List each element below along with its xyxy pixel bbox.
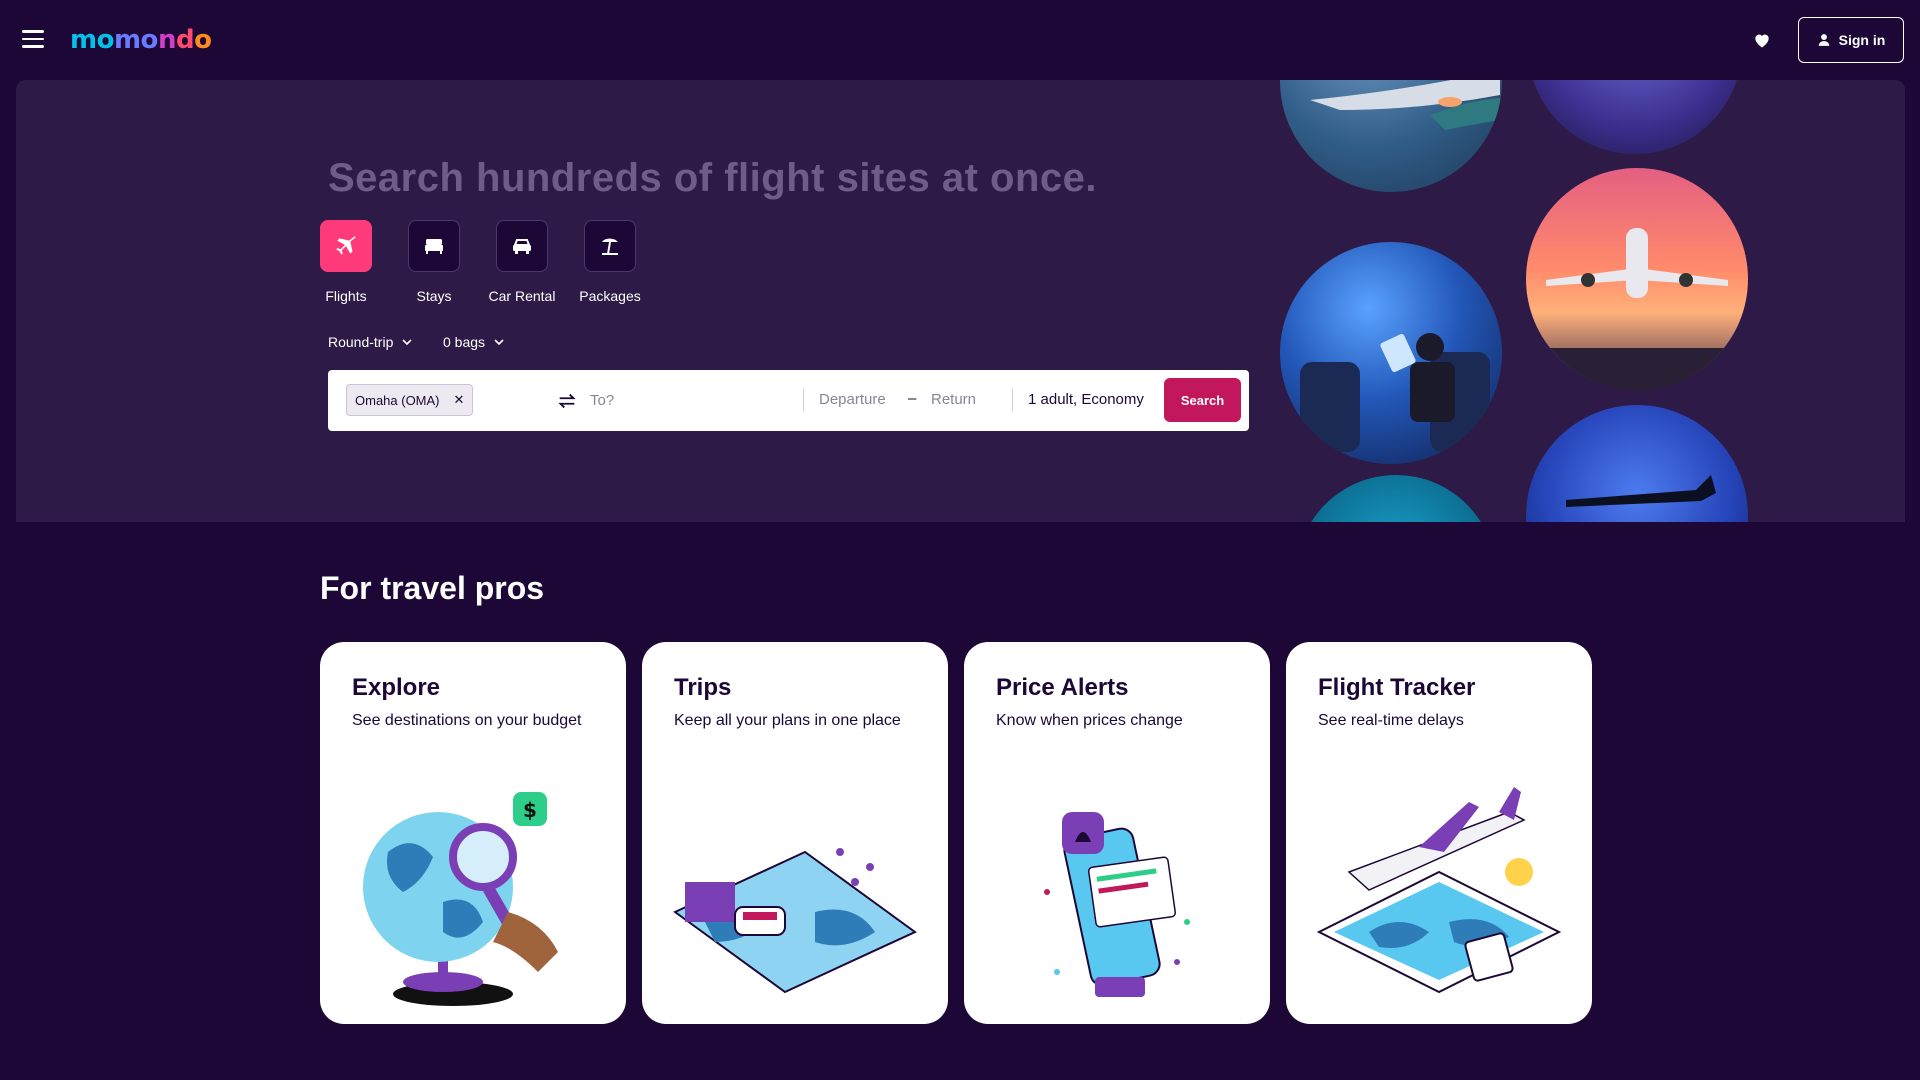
passenger-cabin-photo — [1280, 242, 1502, 464]
airplane-sunset-photo — [1526, 168, 1748, 390]
card-explore-title: Explore — [352, 674, 441, 701]
search-button[interactable]: Search — [1164, 378, 1241, 422]
card-explore-subtitle: See destinations on your budget — [352, 712, 582, 729]
card-price-alerts[interactable]: Price Alerts Know when prices change — [964, 642, 1270, 1024]
airplane-wing-photo — [1280, 80, 1502, 192]
heart-icon[interactable] — [1752, 30, 1772, 50]
origin-chip[interactable]: Omaha (OMA) ✕ — [346, 384, 474, 416]
field-divider — [803, 388, 804, 412]
flight-tracker-tablet-illustration — [1316, 787, 1562, 994]
field-divider — [1012, 388, 1013, 412]
vertical-stays[interactable]: Stays — [394, 220, 474, 304]
vertical-car-rental-label: Car Rental — [488, 288, 556, 304]
destination-input[interactable] — [590, 384, 790, 416]
card-price-alerts-title: Price Alerts — [996, 674, 1129, 701]
card-price-alerts-subtitle: Know when prices change — [996, 712, 1183, 729]
trip-type-label: Round-trip — [328, 334, 394, 350]
departure-date-field[interactable]: Departure — [819, 391, 886, 408]
swap-icon[interactable] — [556, 390, 578, 412]
origin-chip-label: Omaha (OMA) — [355, 392, 440, 408]
car-icon — [496, 220, 548, 272]
card-trips-subtitle: Keep all your plans in one place — [674, 712, 901, 729]
beach-umbrella-icon — [584, 220, 636, 272]
travelers-cabin-field[interactable]: 1 adult, Economy — [1028, 391, 1144, 408]
card-flight-tracker[interactable]: Flight Tracker See real-time delays — [1286, 642, 1592, 1024]
bags-label: 0 bags — [443, 334, 486, 350]
user-icon — [1818, 34, 1829, 46]
return-date-field[interactable]: Return — [931, 391, 976, 408]
chevron-down-icon — [402, 339, 412, 346]
date-separator: – — [908, 390, 917, 407]
trip-type-dropdown[interactable]: Round-trip — [328, 334, 413, 350]
card-explore[interactable]: Explore See destinations on your budget … — [320, 642, 626, 1024]
sign-in-button[interactable]: Sign in — [1798, 17, 1904, 63]
airplane-moon-photo — [1526, 405, 1748, 522]
card-trips[interactable]: Trips Keep all your plans in one place — [642, 642, 948, 1024]
vertical-flights-label: Flights — [325, 288, 367, 304]
ocean-photo — [1296, 475, 1496, 522]
chevron-down-icon — [494, 339, 504, 346]
plane-icon — [320, 220, 372, 272]
vertical-car-rental[interactable]: Car Rental — [482, 220, 562, 304]
vertical-flights[interactable]: Flights — [306, 220, 386, 304]
hero-section: Search hundreds of flight sites at once.… — [16, 80, 1905, 522]
section-title-travel-pros: For travel pros — [320, 570, 545, 606]
bed-icon — [408, 220, 460, 272]
bags-dropdown[interactable]: 0 bags — [443, 334, 505, 350]
card-flight-tracker-title: Flight Tracker — [1318, 674, 1476, 701]
phone-alert-illustration — [1044, 812, 1190, 997]
sign-in-label: Sign in — [1838, 32, 1886, 48]
hero-title: Search hundreds of flight sites at once. — [328, 156, 1098, 200]
hamburger-menu-icon[interactable] — [22, 30, 44, 50]
close-icon[interactable]: ✕ — [454, 392, 465, 408]
vertical-packages[interactable]: Packages — [570, 220, 650, 304]
night-sky-photo — [1528, 80, 1742, 154]
top-header: momondo Sign in — [0, 0, 1920, 80]
vertical-stays-label: Stays — [416, 288, 452, 304]
trip-map-illustration — [673, 848, 917, 994]
card-trips-title: Trips — [674, 674, 732, 701]
vertical-packages-label: Packages — [579, 288, 641, 304]
svg-text:$: $ — [523, 798, 537, 822]
globe-magnifier-illustration: $ — [363, 792, 558, 1006]
card-flight-tracker-subtitle: See real-time delays — [1318, 712, 1464, 729]
flight-search-form: Omaha (OMA) ✕ Departure – Return 1 adult… — [328, 370, 1249, 431]
momondo-logo[interactable]: momondo — [70, 24, 212, 56]
